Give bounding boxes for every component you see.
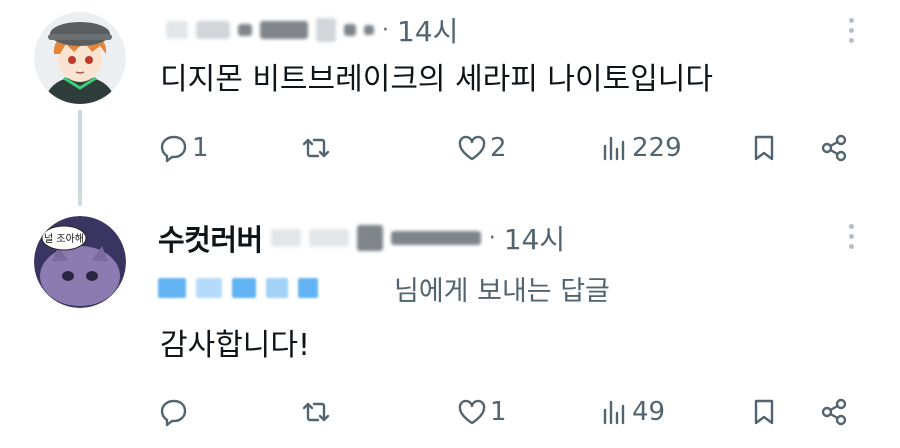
redacted-mention[interactable]: [196, 278, 222, 298]
separator-dot: ·: [488, 225, 496, 251]
redacted-handle: [308, 229, 349, 247]
bookmark-button[interactable]: [748, 392, 780, 432]
bookmark-button[interactable]: [748, 128, 780, 168]
redacted-mention[interactable]: [298, 278, 318, 298]
avatar-image: 널 조아해: [34, 216, 126, 308]
view-count: 229: [632, 133, 682, 163]
redacted-mention[interactable]: [158, 278, 186, 298]
views-button[interactable]: 229: [598, 128, 682, 168]
replying-to: 님에게 보내는 답글: [158, 270, 610, 307]
bookmark-icon: [754, 135, 774, 161]
redacted-mention[interactable]: [232, 278, 256, 298]
tweet-header: 수컷러버 · 14시: [158, 218, 565, 258]
share-icon: [821, 134, 847, 162]
redacted-mention[interactable]: [266, 278, 288, 298]
more-icon[interactable]: [842, 224, 860, 249]
tweet-header: · 14시: [158, 10, 458, 50]
reply-icon: [160, 135, 187, 163]
views-icon: [603, 136, 625, 161]
like-count: 1: [490, 397, 507, 427]
avatar-speech-text: 널 조아해: [44, 232, 84, 245]
reply-count: 1: [192, 133, 209, 163]
redacted-handle: [260, 21, 308, 39]
tweet-actions: 1 2 229: [158, 128, 858, 168]
replying-to-label: 님에게 보내는 답글: [394, 275, 610, 307]
view-count: 49: [632, 397, 666, 427]
reply-icon: [160, 399, 187, 427]
tweet-text: 디지몬 비트브레이크의 세라피 나이토입니다: [160, 62, 714, 97]
redacted-handle: [316, 18, 336, 42]
display-name[interactable]: 수컷러버: [158, 217, 263, 259]
reply-button[interactable]: [158, 392, 192, 432]
retweet-icon: [302, 402, 330, 422]
redacted-handle: [364, 25, 374, 35]
redacted-handle: [344, 24, 356, 36]
retweet-button[interactable]: [300, 392, 334, 432]
avatar[interactable]: [34, 12, 126, 104]
reply-button[interactable]: 1: [158, 128, 209, 168]
avatar-image: [34, 12, 126, 104]
avatar[interactable]: 널 조아해: [34, 216, 126, 308]
share-icon: [821, 398, 847, 426]
redacted-handle: [356, 225, 383, 251]
tweet[interactable]: 널 조아해 수컷러버 · 14시 님에게 보내는 답글 감사합니다! 1 49: [0, 200, 900, 448]
retweet-button[interactable]: [300, 128, 334, 168]
tweet-actions: 1 49: [158, 392, 858, 432]
redacted-name: [196, 21, 230, 39]
more-icon[interactable]: [842, 18, 860, 43]
tweet-time[interactable]: 14시: [397, 10, 458, 50]
bookmark-icon: [754, 399, 774, 425]
views-button[interactable]: 49: [598, 392, 665, 432]
retweet-icon: [302, 138, 330, 158]
like-button[interactable]: 1: [456, 392, 507, 432]
like-button[interactable]: 2: [456, 128, 507, 168]
redacted-name: [166, 21, 188, 39]
redacted-handle: [270, 229, 301, 247]
separator-dot: ·: [382, 17, 389, 43]
share-button[interactable]: [818, 392, 850, 432]
tweet[interactable]: · 14시 디지몬 비트브레이크의 세라피 나이토입니다 1 2 229: [0, 0, 900, 200]
heart-icon: [458, 135, 486, 161]
redacted-name: [238, 24, 252, 36]
tweet-time[interactable]: 14시: [504, 218, 565, 258]
share-button[interactable]: [818, 128, 850, 168]
tweet-text: 감사합니다!: [160, 328, 311, 363]
heart-icon: [458, 399, 486, 425]
redacted-handle: [390, 231, 481, 245]
like-count: 2: [490, 133, 507, 163]
views-icon: [603, 400, 625, 425]
